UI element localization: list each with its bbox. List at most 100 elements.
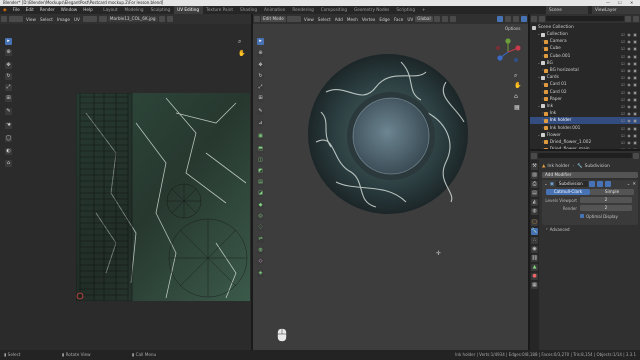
- exclude-checkbox-icon[interactable]: ☑: [621, 46, 625, 51]
- menu-window[interactable]: Window: [58, 6, 81, 14]
- camera-render-icon[interactable]: ▣: [633, 32, 637, 37]
- mode-selector[interactable]: Edit Mode: [261, 16, 286, 22]
- annotate-tool-icon[interactable]: ✎: [5, 108, 12, 115]
- camera-render-icon[interactable]: ▣: [633, 111, 637, 116]
- visibility-toggles[interactable]: ☑◉▣: [621, 133, 640, 138]
- uv-menu-uv[interactable]: UV: [72, 17, 82, 22]
- tab-animation[interactable]: Animation: [261, 6, 289, 14]
- menu-edge[interactable]: Edge: [377, 17, 392, 22]
- eye-icon[interactable]: ◉: [627, 32, 631, 37]
- eye-icon[interactable]: ◉: [627, 133, 631, 138]
- outliner-item[interactable]: › Card 01 ☑ ◉ ▣: [530, 81, 640, 88]
- add-cube-tool-icon[interactable]: ▣: [257, 133, 264, 140]
- shrink-tool-icon[interactable]: ◍: [257, 247, 264, 254]
- camera-render-icon[interactable]: ▣: [633, 54, 637, 59]
- viewport-toggle-icon[interactable]: [596, 181, 603, 187]
- outliner-item[interactable]: ⌄ Cards ☑ ◉ ▣: [530, 74, 640, 81]
- advanced-subpanel[interactable]: › Advanced: [546, 225, 636, 233]
- extrude-tool-icon[interactable]: ⬒: [257, 146, 264, 153]
- camera-render-icon[interactable]: ▣: [633, 118, 637, 123]
- outliner-editor-type-icon[interactable]: [531, 15, 537, 22]
- exclude-checkbox-icon[interactable]: ☑: [621, 39, 625, 44]
- outliner-search-input[interactable]: [546, 16, 624, 21]
- render-toggle-icon[interactable]: [604, 181, 611, 187]
- rip-region-tool-icon[interactable]: ◈: [257, 270, 264, 277]
- scene-tab-icon[interactable]: ◭: [531, 199, 538, 206]
- world-tab-icon[interactable]: ◍: [531, 208, 538, 215]
- collapse-chevron-icon[interactable]: ⌄: [544, 182, 548, 187]
- visibility-toggles[interactable]: ☑◉▣: [621, 75, 640, 80]
- rip-tool-icon[interactable]: ⌂: [5, 160, 12, 167]
- visibility-toggles[interactable]: ☑◉▣: [621, 61, 640, 66]
- outliner-item[interactable]: › BG horizontal ☑ ◉ ▣: [530, 67, 640, 74]
- exclude-checkbox-icon[interactable]: ☑: [621, 82, 625, 87]
- menu-face[interactable]: Face: [392, 17, 405, 22]
- uv-menu-view[interactable]: View: [24, 17, 38, 22]
- output-tab-icon[interactable]: ⎙: [531, 181, 538, 188]
- tab-sculpting[interactable]: Sculpting: [147, 6, 174, 14]
- vp-measure-tool-icon[interactable]: ⊿: [257, 120, 264, 127]
- outliner-item[interactable]: › Card 02 ☑ ◉ ▣: [530, 89, 640, 96]
- optimal-display-checkbox[interactable]: [580, 214, 584, 218]
- orientation-selector[interactable]: Global: [415, 16, 433, 22]
- menu-render[interactable]: Render: [37, 6, 58, 14]
- render-tab-icon[interactable]: ▨: [531, 172, 538, 179]
- eye-icon[interactable]: ◉: [627, 126, 631, 131]
- edge-slide-tool-icon[interactable]: ⇌: [257, 236, 264, 243]
- exclude-checkbox-icon[interactable]: ☑: [621, 32, 625, 37]
- exclude-checkbox-icon[interactable]: ☑: [621, 54, 625, 59]
- image-name-field[interactable]: Marble13_COL_6K.jpg: [107, 16, 158, 22]
- view-layer-tab-icon[interactable]: ▤: [531, 190, 538, 197]
- outliner-display-mode-icon[interactable]: [539, 15, 545, 22]
- visibility-toggles[interactable]: ☑◉▣: [621, 97, 640, 102]
- spin-tool-icon[interactable]: ◎: [257, 213, 264, 220]
- camera-render-icon[interactable]: ▣: [633, 46, 637, 51]
- options-dropdown[interactable]: Options: [505, 26, 520, 31]
- camera-render-icon[interactable]: ▣: [633, 68, 637, 73]
- outliner-item[interactable]: ⌄ Collection ☑ ◉ ▣: [530, 31, 640, 38]
- outliner-item[interactable]: ⌄ Ink ☑ ◉ ▣: [530, 103, 640, 110]
- tool-tab-icon[interactable]: ⚒: [531, 163, 538, 170]
- edit-mode-toggle-icon[interactable]: [588, 181, 595, 187]
- visibility-toggles[interactable]: ☑◉▣: [621, 104, 640, 109]
- shading-solid-icon[interactable]: [513, 16, 519, 22]
- eye-icon[interactable]: ◉: [627, 54, 631, 59]
- select-mode-buttons[interactable]: [286, 16, 301, 22]
- exclude-checkbox-icon[interactable]: ☑: [621, 97, 625, 102]
- remove-modifier-icon[interactable]: ✕: [632, 182, 636, 187]
- camera-render-icon[interactable]: ▣: [633, 140, 637, 145]
- knife-tool-icon[interactable]: ◪: [257, 190, 264, 197]
- outliner-item[interactable]: › Paper ☑ ◉ ▣: [530, 96, 640, 103]
- visibility-toggles[interactable]: ☑◉▣: [621, 54, 640, 59]
- eye-icon[interactable]: ◉: [627, 61, 631, 66]
- camera-render-icon[interactable]: ▣: [633, 126, 637, 131]
- levels-viewport-field[interactable]: 2: [580, 197, 632, 203]
- object-tab-icon[interactable]: ▢: [531, 219, 538, 226]
- tab-shading[interactable]: Shading: [237, 6, 261, 14]
- menu-file[interactable]: File: [10, 6, 23, 14]
- vp-annotate-tool-icon[interactable]: ✎: [257, 108, 264, 115]
- outliner-item[interactable]: › Cube ☑ ◉ ▣: [530, 45, 640, 52]
- outliner-item[interactable]: › Ink holder ☑ ◉ ▣: [530, 117, 640, 125]
- exclude-checkbox-icon[interactable]: ☑: [621, 118, 625, 123]
- catmull-clark-button[interactable]: Catmull-Clark: [546, 189, 590, 195]
- rotate-tool-icon[interactable]: ↻: [5, 73, 12, 80]
- move-tool-icon[interactable]: ✥: [5, 62, 12, 69]
- tab-compositing[interactable]: Compositing: [317, 6, 350, 14]
- eye-icon[interactable]: ◉: [627, 39, 631, 44]
- uv-texture-canvas[interactable]: [76, 93, 250, 301]
- eye-icon[interactable]: ◉: [627, 68, 631, 73]
- outliner-item[interactable]: › Dried_flower_1.002 ☑ ◉ ▣: [530, 139, 640, 146]
- camera-render-icon[interactable]: ▣: [633, 90, 637, 95]
- data-tab-icon[interactable]: ▲: [531, 264, 538, 271]
- visibility-toggles[interactable]: ☑◉▣: [621, 68, 640, 73]
- eye-icon[interactable]: ◉: [627, 118, 631, 123]
- camera-render-icon[interactable]: ▣: [633, 61, 637, 66]
- constraints-tab-icon[interactable]: ⛓: [531, 255, 538, 262]
- vp-ortho-icon[interactable]: ▦: [514, 104, 520, 111]
- menu-view[interactable]: View: [302, 17, 316, 22]
- tab-uv-editing[interactable]: UV Editing: [173, 6, 203, 14]
- particles-tab-icon[interactable]: ∴: [531, 237, 538, 244]
- eye-icon[interactable]: ◉: [627, 140, 631, 145]
- view-layer-selector[interactable]: ViewLayer: [592, 6, 640, 14]
